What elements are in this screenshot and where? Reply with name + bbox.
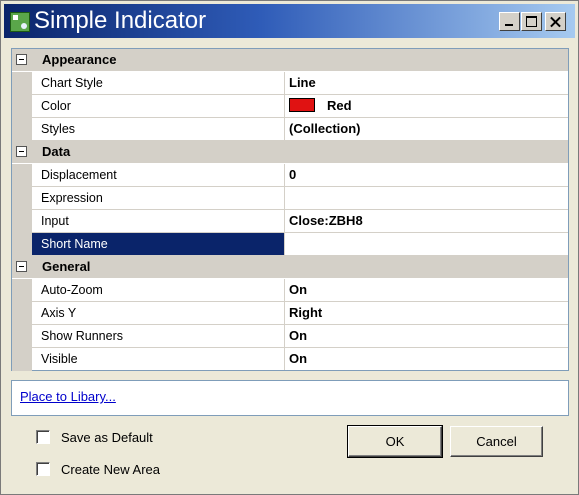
property-value[interactable]: On	[286, 325, 568, 347]
category-label: Appearance	[42, 52, 117, 67]
color-value-label: Red	[327, 98, 352, 113]
minimize-button[interactable]	[499, 12, 520, 31]
property-row-short-name[interactable]: Short Name	[12, 233, 568, 256]
property-value[interactable]: Right	[286, 302, 568, 324]
property-value[interactable]: On	[286, 348, 568, 370]
category-label: General	[42, 259, 91, 274]
property-row-input[interactable]: Input Close:ZBH8	[12, 210, 568, 233]
property-name: Show Runners	[32, 325, 285, 347]
maximize-button[interactable]	[521, 12, 542, 31]
property-row-visible[interactable]: Visible On	[12, 348, 568, 371]
property-name: Chart Style	[32, 72, 285, 94]
property-row-show-runners[interactable]: Show Runners On	[12, 325, 568, 348]
property-name: Input	[32, 210, 285, 232]
category-label: Data	[42, 144, 71, 159]
property-row-styles[interactable]: Styles (Collection)	[12, 118, 568, 141]
title-bar[interactable]: Simple Indicator	[4, 4, 575, 38]
property-grid: Appearance Chart Style Line Color Red St…	[11, 48, 569, 371]
property-row-displacement[interactable]: Displacement 0	[12, 164, 568, 187]
property-row-auto-zoom[interactable]: Auto-Zoom On	[12, 279, 568, 302]
create-new-area-label: Create New Area	[61, 462, 160, 477]
property-value[interactable]: Close:ZBH8	[286, 210, 568, 232]
color-swatch	[289, 98, 315, 112]
property-name-selected: Short Name	[32, 233, 285, 255]
dialog-window: Simple Indicator Appearance Chart Style …	[0, 0, 579, 495]
app-icon	[10, 12, 30, 32]
save-as-default-label: Save as Default	[61, 430, 153, 445]
save-as-default-checkbox[interactable]	[36, 430, 50, 444]
property-value[interactable]: Line	[286, 72, 568, 94]
property-row-color[interactable]: Color Red	[12, 95, 568, 118]
create-new-area-checkbox[interactable]	[36, 462, 50, 476]
commands-pane: Place to Libary...	[11, 380, 569, 416]
collapse-icon[interactable]	[16, 261, 27, 272]
property-value[interactable]: On	[286, 279, 568, 301]
collapse-icon[interactable]	[16, 54, 27, 65]
property-value[interactable]	[286, 233, 568, 255]
property-row-chart-style[interactable]: Chart Style Line	[12, 72, 568, 95]
property-name: Axis Y	[32, 302, 285, 324]
property-row-expression[interactable]: Expression	[12, 187, 568, 210]
property-value-color[interactable]: Red	[286, 95, 568, 117]
place-to-library-link[interactable]: Place to Libary...	[20, 389, 116, 404]
category-appearance[interactable]: Appearance	[12, 49, 568, 72]
property-name: Displacement	[32, 164, 285, 186]
property-name: Auto-Zoom	[32, 279, 285, 301]
property-value[interactable]: 0	[286, 164, 568, 186]
property-name: Visible	[32, 348, 285, 370]
ok-button[interactable]: OK	[347, 425, 443, 458]
property-name: Styles	[32, 118, 285, 140]
category-general[interactable]: General	[12, 256, 568, 279]
collapse-icon[interactable]	[16, 146, 27, 157]
category-data[interactable]: Data	[12, 141, 568, 164]
close-button[interactable]	[545, 12, 566, 31]
window-title: Simple Indicator	[34, 7, 207, 34]
property-name: Expression	[32, 187, 285, 209]
property-value[interactable]: (Collection)	[286, 118, 568, 140]
property-name: Color	[32, 95, 285, 117]
property-row-axis-y[interactable]: Axis Y Right	[12, 302, 568, 325]
cancel-button[interactable]: Cancel	[450, 426, 543, 457]
property-value[interactable]	[286, 187, 568, 209]
